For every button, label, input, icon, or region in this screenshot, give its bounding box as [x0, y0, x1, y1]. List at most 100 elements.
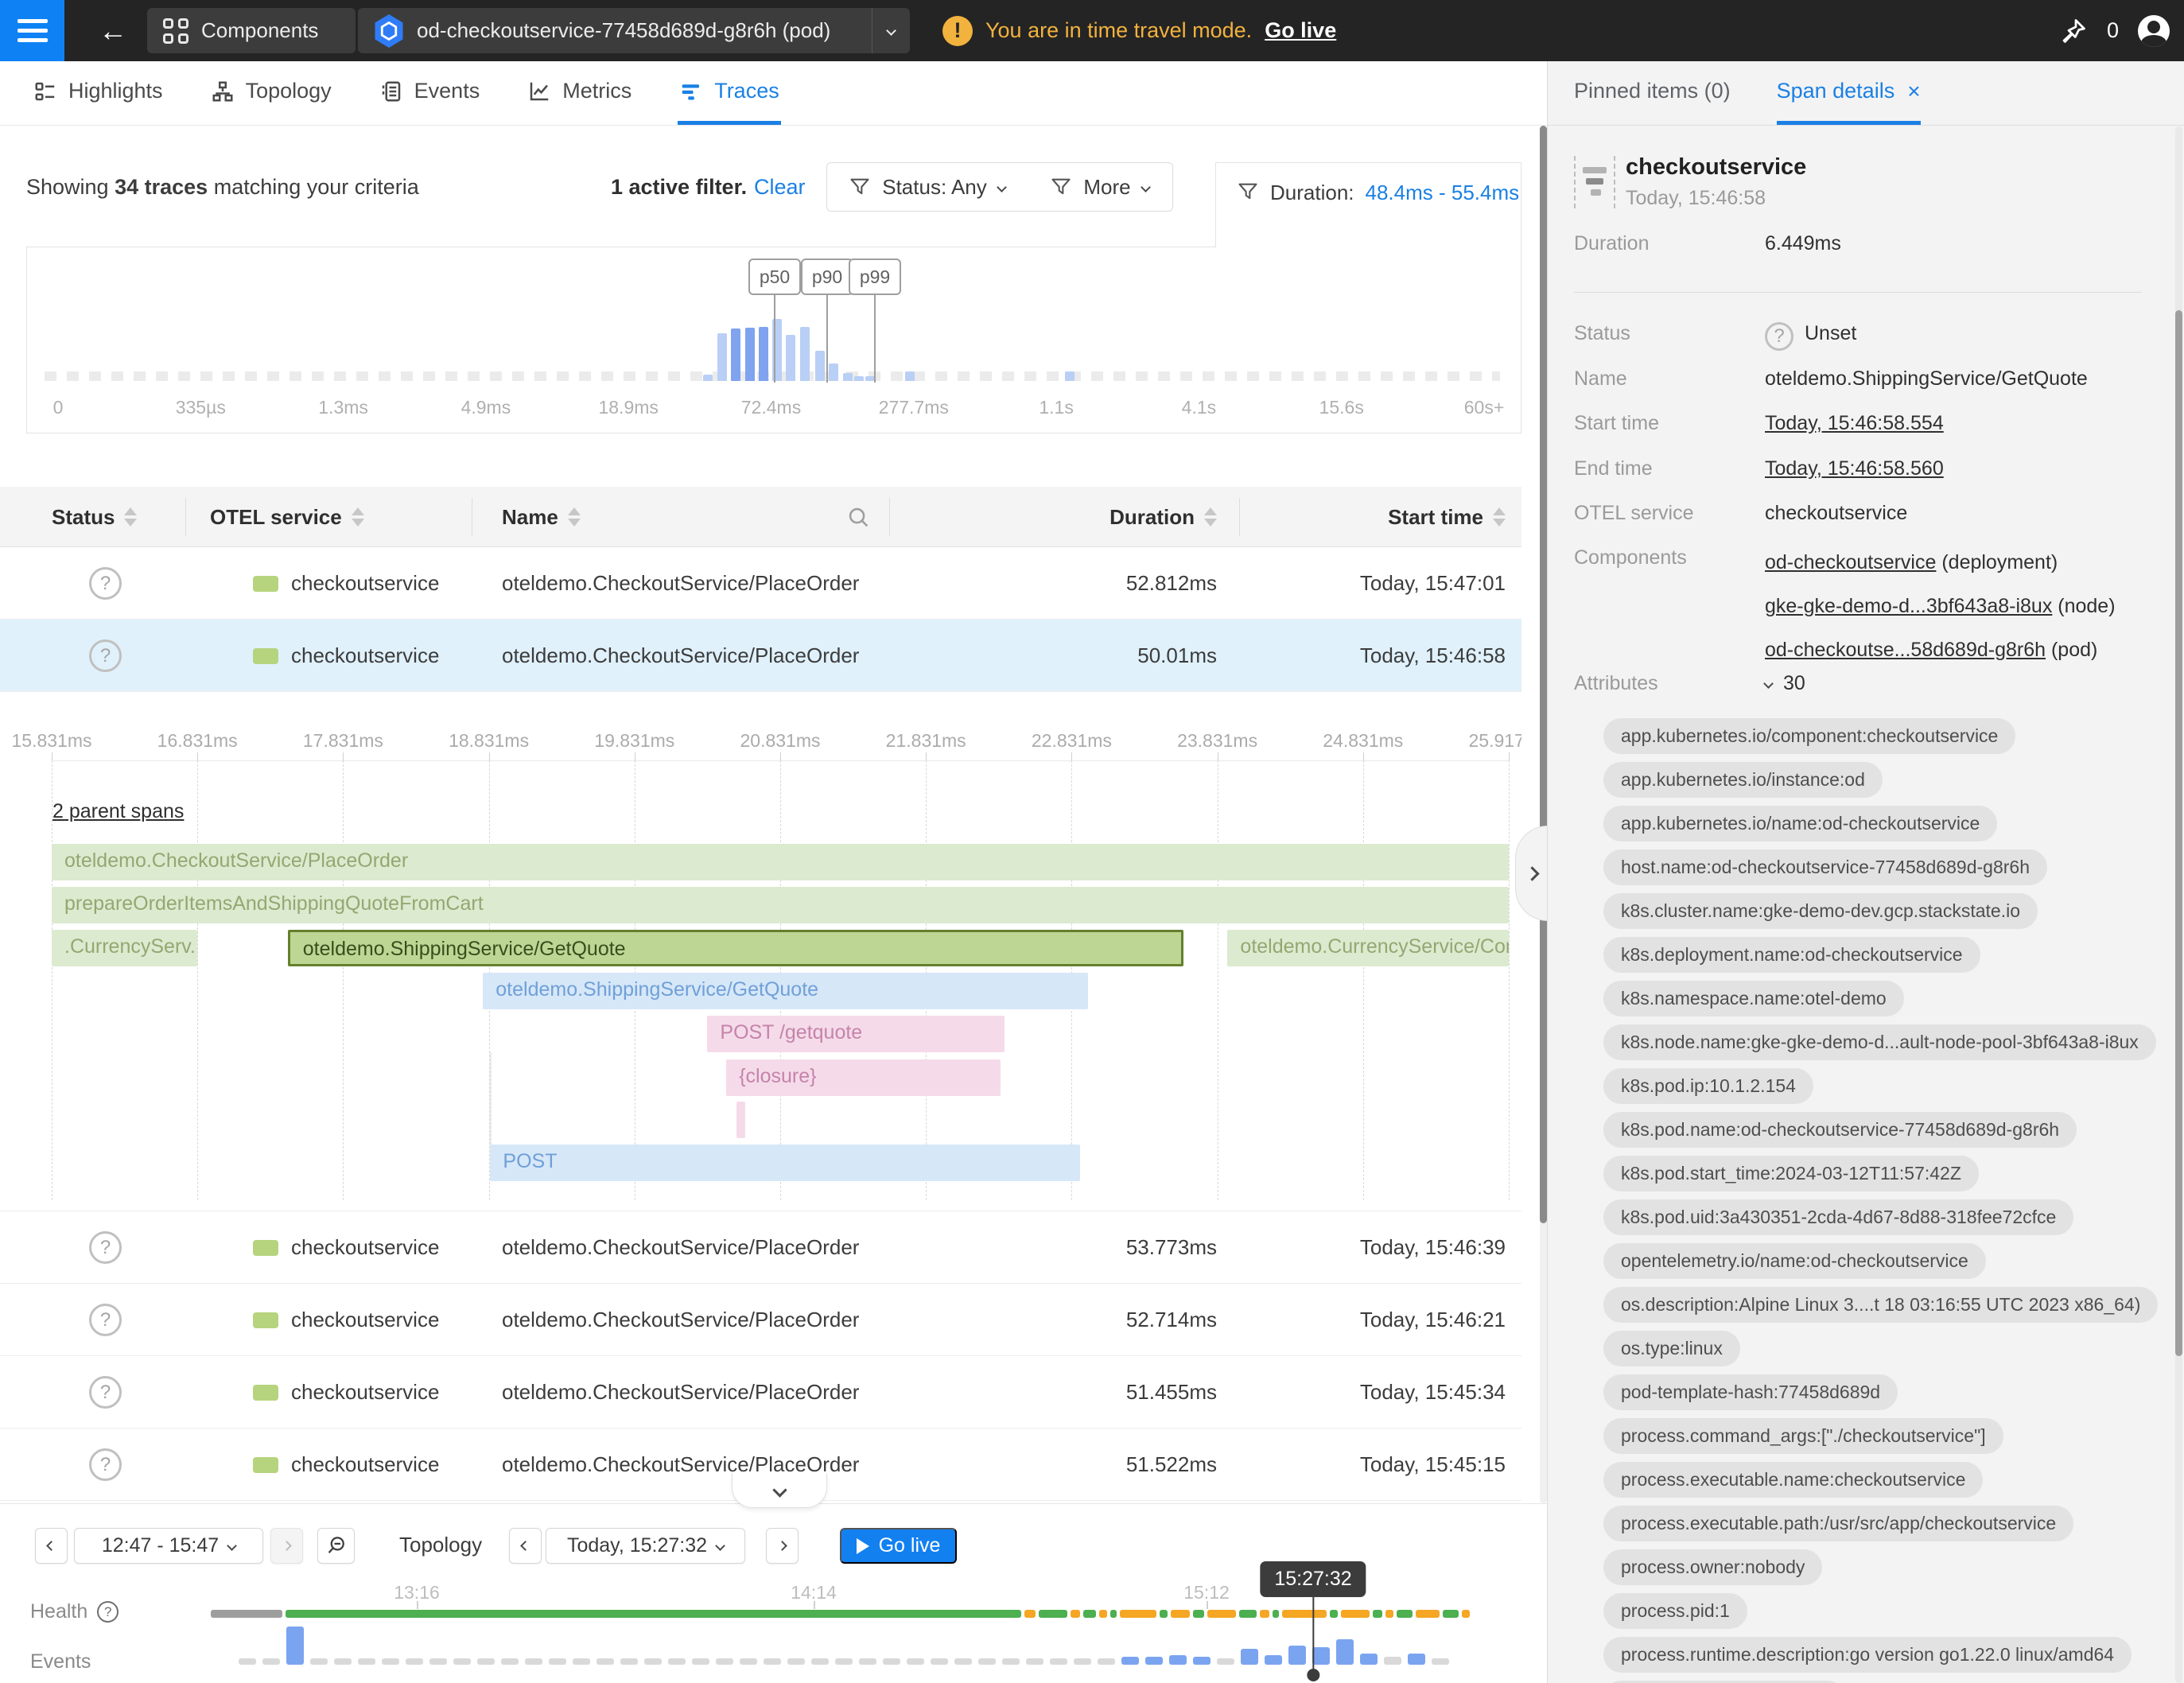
time-forward-button[interactable] [766, 1528, 799, 1564]
more-filters-button[interactable]: More [1027, 162, 1173, 212]
components-button[interactable]: Components [147, 8, 356, 53]
waterfall-span[interactable]: prepareOrderItemsAndShippingQuoteFromCar… [52, 887, 1509, 923]
cell-duration: 52.812ms [978, 547, 1217, 620]
component-link[interactable]: gke-gke-demo-d...3bf643a8-i8ux [1765, 595, 2052, 617]
go-live-link[interactable]: Go live [1265, 18, 1336, 43]
table-row[interactable]: ?checkoutserviceoteldemo.CheckoutService… [0, 1284, 1521, 1356]
status-unset-icon: ? [89, 567, 122, 600]
event-bar [931, 1658, 948, 1665]
time-back-button[interactable] [509, 1528, 542, 1564]
go-live-button[interactable]: Go live [840, 1528, 957, 1564]
component-link[interactable]: od-checkoutservice [1765, 551, 1936, 573]
range-back-button[interactable] [35, 1528, 68, 1564]
column-divider [1239, 498, 1240, 536]
pod-caret-button[interactable] [872, 8, 910, 53]
tab-span-details[interactable]: Span details × [1777, 61, 1921, 125]
pod-selector-label: od-checkoutservice-77458d689d-g8r6h (pod… [417, 18, 861, 43]
table-row[interactable]: ?checkoutserviceoteldemo.CheckoutService… [0, 547, 1521, 620]
tab-metrics[interactable]: Metrics [526, 61, 633, 125]
status-filter-button[interactable]: Status: Any [826, 162, 1028, 212]
close-icon[interactable]: × [1907, 79, 1920, 104]
column-header-status[interactable]: Status [52, 487, 137, 547]
waterfall-span[interactable]: oteldemo.ShippingService/GetQuote [483, 973, 1087, 1009]
play-icon [857, 1538, 869, 1554]
tab-traces[interactable]: Traces [678, 61, 781, 125]
event-bar [358, 1658, 375, 1665]
waterfall-span[interactable]: oteldemo.CurrencyService/Con [1227, 930, 1509, 966]
tab-topology[interactable]: Topology [209, 61, 333, 125]
column-header-otel-service[interactable]: OTEL service [210, 487, 364, 547]
duration-filter[interactable]: Duration: 48.4ms - 55.4ms [1215, 162, 1521, 247]
start-time-link[interactable]: Today, 15:46:58.554 [1765, 412, 1944, 435]
health-segment [1024, 1610, 1036, 1618]
time-range-select[interactable]: 12:47 - 15:47 [74, 1528, 263, 1564]
health-segment [1207, 1610, 1236, 1618]
search-icon[interactable] [845, 487, 872, 547]
event-bar [1098, 1658, 1115, 1665]
sort-icon[interactable] [1204, 507, 1217, 527]
health-segment [1373, 1610, 1382, 1618]
chevron-down-icon[interactable] [1763, 678, 1774, 689]
sort-icon[interactable] [124, 507, 137, 527]
chevron-down-icon [886, 25, 896, 36]
end-time-link[interactable]: Today, 15:46:58.560 [1765, 457, 1944, 480]
tab-highlights[interactable]: Highlights [32, 61, 165, 125]
health-segment [1071, 1610, 1080, 1618]
component-kind: (pod) [2046, 639, 2097, 661]
table-row[interactable]: ?checkoutserviceoteldemo.CheckoutService… [0, 1211, 1521, 1284]
histogram-axis-label: 1.3ms [318, 397, 368, 418]
trace-table-body: ?checkoutserviceoteldemo.CheckoutService… [0, 547, 1521, 1501]
column-header-start-time[interactable]: Start time [1267, 487, 1506, 547]
panel-scrollbar-thumb[interactable] [2175, 310, 2182, 1356]
component-kind: (deployment) [1936, 551, 2058, 573]
status-filter-label: Status: Any [882, 175, 987, 200]
time-select[interactable]: Today, 15:27:32 [546, 1528, 745, 1564]
go-live-label: Go live [879, 1534, 941, 1557]
user-avatar[interactable] [2138, 15, 2170, 47]
parent-spans-link[interactable]: 2 parent spans [52, 800, 184, 823]
percentile-line [874, 295, 876, 383]
tab-events[interactable]: Events [378, 61, 482, 125]
sort-icon[interactable] [1493, 507, 1506, 527]
waterfall-span[interactable]: oteldemo.CheckoutService/PlaceOrder [52, 844, 1509, 880]
expand-more-rows-tab[interactable] [732, 1473, 827, 1508]
percentile-line [774, 295, 775, 383]
table-row[interactable]: ?checkoutserviceoteldemo.CheckoutService… [0, 620, 1521, 692]
sort-icon[interactable] [568, 507, 581, 527]
event-bar [1384, 1657, 1401, 1665]
pod-selector[interactable]: od-checkoutservice-77458d689d-g8r6h (pod… [358, 8, 910, 53]
sort-icon[interactable] [352, 507, 364, 527]
chevron-down-icon [997, 182, 1007, 192]
time-travel-footer: 12:47 - 15:47 Topology Today, 15:27:32 G… [0, 1503, 1547, 1683]
table-row[interactable]: ?checkoutserviceoteldemo.CheckoutService… [0, 1356, 1521, 1428]
waterfall-span[interactable]: oteldemo.ShippingService/GetQuote [288, 930, 1184, 966]
range-forward-button-disabled[interactable] [270, 1528, 303, 1564]
hamburger-menu-button[interactable] [0, 0, 64, 61]
waterfall-axis-label: 15.831ms [11, 730, 91, 752]
event-bar [1432, 1658, 1449, 1665]
waterfall-span[interactable]: POST [490, 1145, 1080, 1181]
waterfall-span[interactable]: {closure} [726, 1059, 1000, 1096]
duration-histogram[interactable]: p50p90p99 0335µs1.3ms4.9ms18.9ms72.4ms27… [26, 247, 1521, 433]
waterfall-span[interactable] [736, 1102, 745, 1138]
zoom-out-button[interactable] [317, 1528, 355, 1564]
column-header-name[interactable]: Name [502, 487, 581, 547]
clear-filters-link[interactable]: Clear [754, 175, 806, 200]
time-travel-marker[interactable]: 15:27:32 [1260, 1561, 1366, 1681]
back-button[interactable]: ← [89, 0, 137, 61]
column-header-duration[interactable]: Duration [978, 487, 1217, 547]
waterfall-span[interactable]: POST /getquote [707, 1016, 1005, 1052]
tab-pinned-items[interactable]: Pinned items (0) [1574, 61, 1731, 125]
waterfall-span[interactable]: .CurrencyServ... [52, 930, 197, 966]
attribute-chip: os.description:Alpine Linux 3....t 18 03… [1603, 1287, 2158, 1323]
timeline-tick-label: 13:16 [394, 1582, 440, 1603]
detail-row-duration: Duration6.449ms [1574, 232, 2163, 255]
main-scrollbar-thumb[interactable] [1540, 126, 1547, 1223]
help-icon[interactable]: ? [97, 1601, 119, 1623]
attribute-chip: process.pid:1 [1603, 1593, 1747, 1629]
percentile-label: p90 [801, 258, 853, 295]
components-label: Components [201, 18, 318, 43]
pin-icon[interactable] [2059, 17, 2088, 45]
component-link[interactable]: od-checkoutse...58d689d-g8r6h [1765, 639, 2046, 661]
event-bar [1121, 1657, 1139, 1665]
